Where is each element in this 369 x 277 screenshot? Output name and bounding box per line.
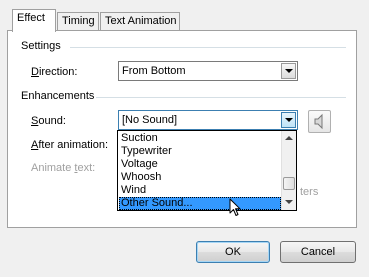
tab-effect-label: Effect — [17, 12, 45, 24]
sound-label: Sound: — [31, 115, 66, 127]
list-item-selected[interactable]: Other Sound... — [119, 197, 281, 210]
chevron-up-icon — [285, 136, 293, 140]
scroll-down-button[interactable] — [282, 195, 296, 209]
scroll-up-button[interactable] — [282, 131, 296, 145]
direction-dropdown-button[interactable] — [281, 63, 296, 79]
sound-value: [No Sound] — [122, 114, 178, 126]
tab-timing[interactable]: Timing — [57, 12, 99, 30]
sound-options-list[interactable]: Suction Typewriter Voltage Whoosh Wind O… — [117, 130, 297, 211]
list-item[interactable]: Voltage — [119, 158, 281, 171]
direction-dropdown[interactable]: From Bottom — [118, 61, 298, 81]
tab-timing-label: Timing — [62, 15, 95, 27]
cancel-button-label: Cancel — [300, 246, 336, 258]
chevron-down-icon — [285, 200, 293, 204]
list-item[interactable]: Wind — [119, 184, 281, 197]
speaker-icon — [314, 113, 323, 130]
settings-group-label: Settings — [21, 40, 61, 52]
enhancements-group-label: Enhancements — [21, 90, 95, 102]
chevron-down-icon — [285, 118, 293, 122]
sound-dropdown-button[interactable] — [281, 112, 296, 128]
after-animation-label: After animation: — [31, 139, 109, 151]
list-scrollbar[interactable] — [281, 131, 296, 210]
direction-value: From Bottom — [122, 65, 186, 77]
sound-dropdown[interactable]: [No Sound] — [118, 110, 298, 130]
sound-volume-button[interactable] — [308, 110, 331, 133]
tab-effect[interactable]: Effect — [12, 9, 56, 32]
list-item[interactable]: Whoosh — [119, 171, 281, 184]
cancel-button[interactable]: Cancel — [280, 241, 356, 263]
ok-button-label: OK — [225, 246, 241, 258]
partial-hidden-text: ters — [300, 186, 319, 198]
ok-button[interactable]: OK — [196, 241, 270, 263]
direction-label: Direction: — [31, 66, 78, 78]
settings-divider — [70, 47, 346, 48]
tab-text-animation-label: Text Animation — [105, 15, 177, 27]
mouse-pointer-icon — [229, 198, 241, 216]
tab-text-animation[interactable]: Text Animation — [100, 12, 180, 30]
enhancements-divider — [96, 97, 346, 98]
list-item[interactable]: Typewriter — [119, 145, 281, 158]
scrollbar-thumb[interactable] — [283, 177, 295, 190]
chevron-down-icon — [285, 69, 293, 73]
animate-text-label: Animate text: — [31, 162, 96, 174]
list-item[interactable]: Suction — [119, 132, 281, 145]
